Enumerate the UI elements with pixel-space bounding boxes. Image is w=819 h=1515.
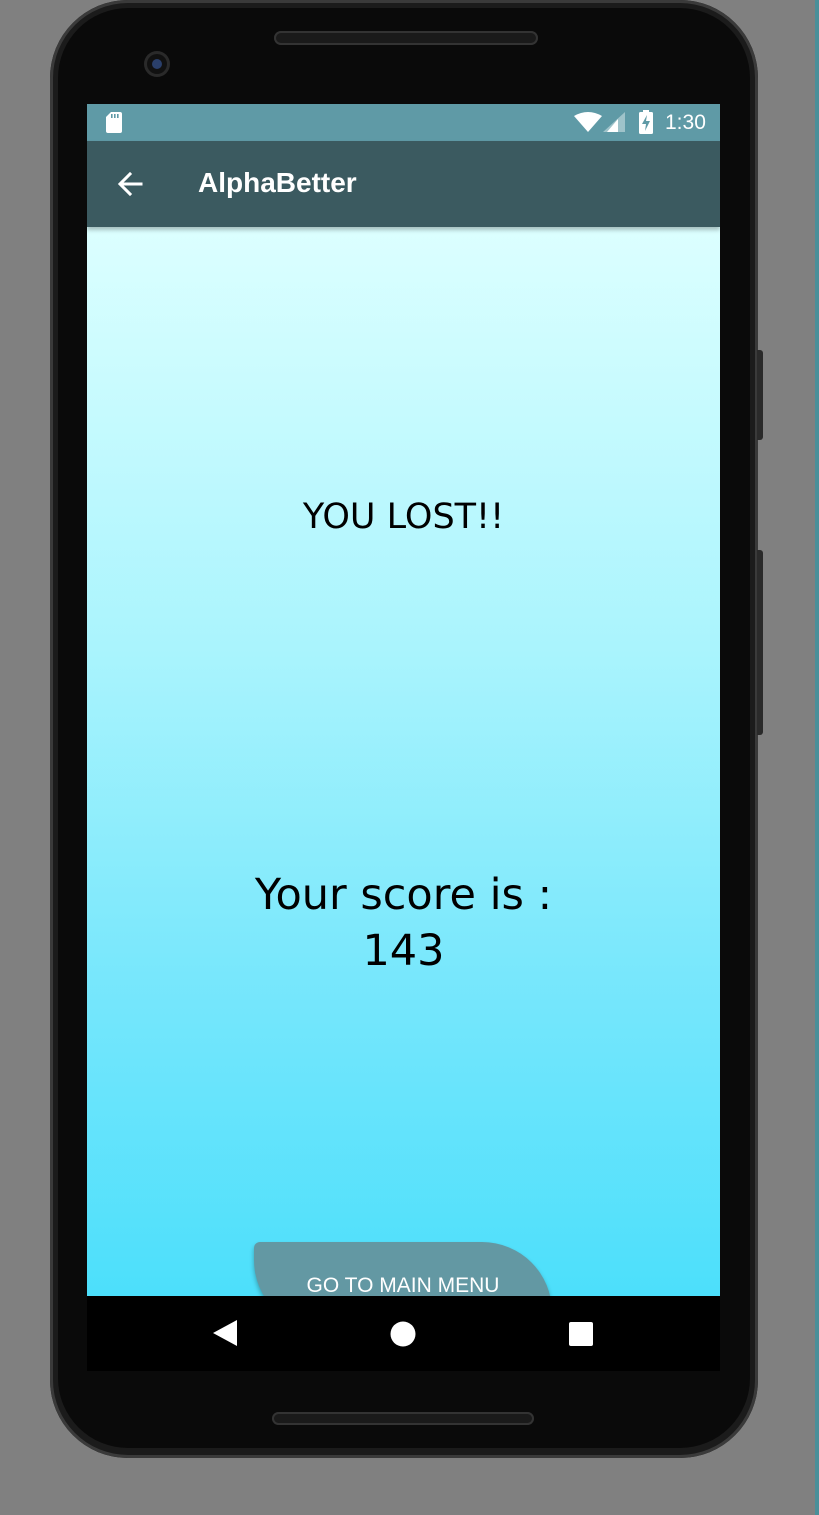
device-screen: 1:30 AlphaBetter YOU LOST!! Your score i… [87, 104, 720, 1371]
battery-charging-icon [639, 110, 653, 134]
power-button [757, 350, 763, 440]
wifi-icon [574, 112, 602, 132]
navigation-bar [87, 1296, 720, 1371]
status-bar: 1:30 [87, 104, 720, 141]
app-bar: AlphaBetter [87, 141, 720, 227]
back-arrow-icon[interactable] [115, 169, 145, 199]
score-label: Your score is : [254, 870, 553, 920]
result-message: YOU LOST!! [302, 497, 505, 537]
status-clock: 1:30 [665, 111, 706, 134]
window-edge-strip [815, 0, 819, 1515]
nav-home-icon[interactable] [390, 1321, 416, 1347]
main-content: YOU LOST!! Your score is : 143 GO TO MAI… [87, 227, 720, 1330]
front-camera [144, 51, 170, 77]
volume-rocker [757, 550, 763, 735]
sd-card-icon [106, 112, 122, 133]
score-value: 143 [362, 926, 445, 976]
nav-recents-icon[interactable] [569, 1322, 593, 1346]
cell-signal-icon [603, 112, 625, 132]
score-block: Your score is : 143 [87, 867, 720, 979]
nav-back-icon[interactable] [213, 1320, 237, 1346]
bottom-speaker [272, 1412, 534, 1425]
earpiece-speaker [274, 31, 538, 45]
app-title: AlphaBetter [198, 167, 357, 198]
